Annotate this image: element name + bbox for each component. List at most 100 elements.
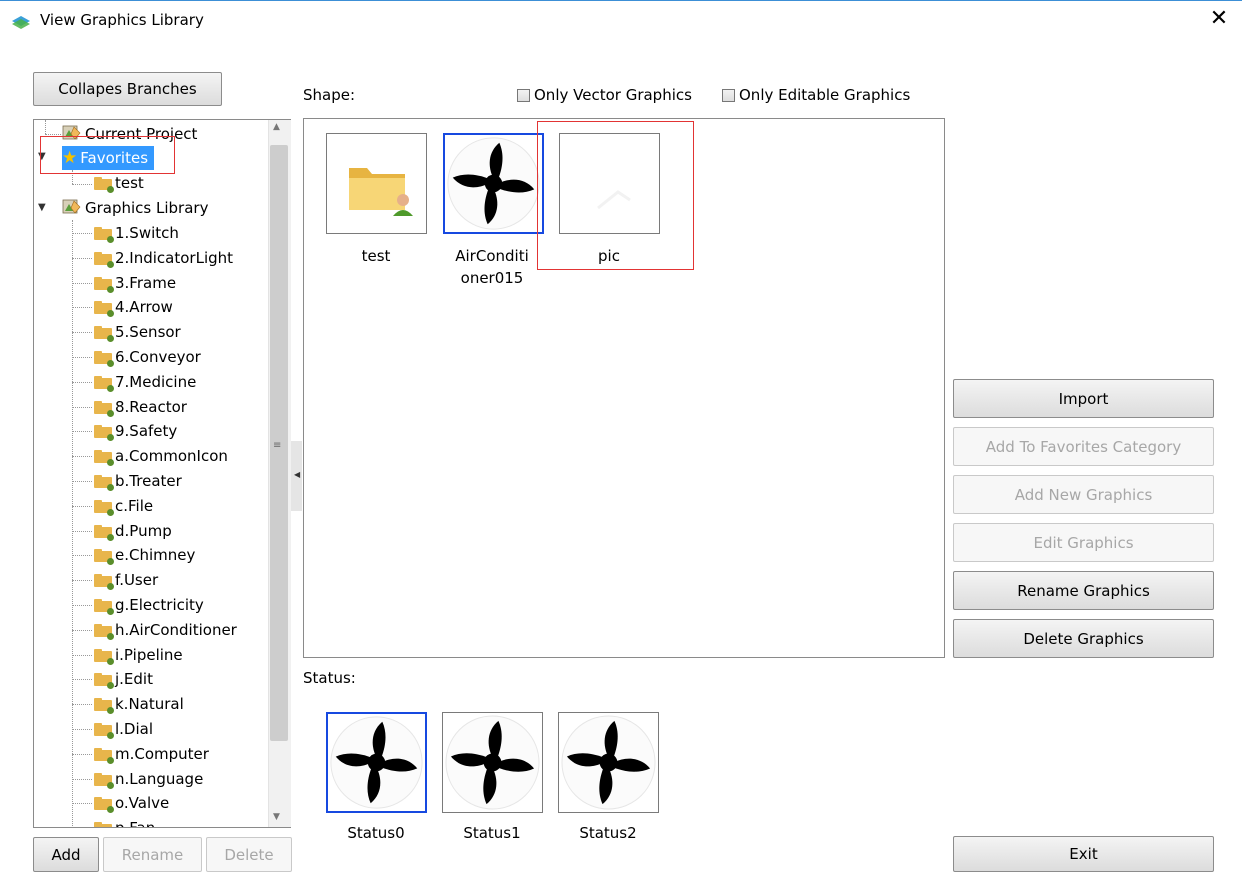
only-editable-checkbox[interactable]: Only Editable Graphics [722, 86, 910, 104]
tree-item-library-folder[interactable]: 3.Frame [94, 271, 176, 295]
tree-item-library-folder[interactable]: j.Edit [94, 667, 153, 691]
graphics-tree[interactable]: Current Project ▼ ★ Favorites test ▼ Grap… [33, 119, 291, 828]
checkbox-icon[interactable] [722, 89, 735, 102]
tree-item-library-folder[interactable]: b.Treater [94, 469, 182, 493]
folder-icon [94, 400, 114, 417]
shape-caption: test [361, 247, 391, 265]
tree-item-library-folder[interactable]: 9.Safety [94, 419, 177, 443]
tree-connector [72, 431, 92, 433]
add-new-graphics-button[interactable]: Add New Graphics [953, 475, 1214, 514]
tree-item-library-folder[interactable]: e.Chimney [94, 543, 195, 567]
tree-item-label: 4.Arrow [115, 298, 173, 317]
tree-item-library-folder[interactable]: c.File [94, 494, 153, 518]
folder-icon [94, 797, 114, 814]
tree-item-test[interactable]: test [94, 171, 144, 195]
tree-item-library-folder[interactable]: k.Natural [94, 692, 184, 716]
checkbox-icon[interactable] [517, 89, 530, 102]
tree-item-label: 6.Conveyor [115, 348, 201, 366]
fan-icon [443, 713, 542, 812]
status-item-2[interactable] [558, 712, 659, 813]
tree-item-label: n.Language [115, 769, 204, 788]
delete-graphics-button[interactable]: Delete Graphics [953, 619, 1214, 658]
exit-button[interactable]: Exit [953, 836, 1214, 872]
fan-icon [445, 135, 542, 232]
tree-connector [72, 803, 92, 805]
tree-item-library-folder[interactable]: l.Dial [94, 717, 153, 741]
import-button[interactable]: Import [953, 379, 1214, 418]
collapse-branches-button[interactable]: Collapes Branches [33, 72, 222, 106]
tree-item-library-folder[interactable]: f.User [94, 568, 158, 592]
tree-item-library-folder[interactable]: m.Computer [94, 742, 209, 766]
tree-item-library-folder[interactable]: 4.Arrow [94, 295, 173, 319]
tree-item-label: o.Valve [115, 794, 170, 813]
folder-icon [94, 276, 114, 293]
tree-item-label: h.AirConditioner [115, 620, 237, 639]
grip-icon: ≡ [273, 440, 282, 451]
tree-item-library-folder[interactable]: d.Pump [94, 519, 172, 543]
edit-graphics-button[interactable]: Edit Graphics [953, 523, 1214, 562]
tree-connector [72, 605, 92, 606]
tree-connector [72, 704, 92, 706]
folder-icon [94, 599, 114, 615]
folder-icon [94, 747, 114, 764]
tree-connector [72, 505, 92, 507]
tree-item-label: l.Dial [115, 720, 154, 738]
tree-connector [72, 257, 92, 259]
tree-item-label: f.User [115, 571, 159, 590]
tree-item-library-folder[interactable]: i.Pipeline [94, 643, 183, 667]
fan-icon [559, 713, 658, 812]
highlight-box-pic [537, 121, 694, 270]
rename-button[interactable]: Rename [103, 837, 202, 872]
delete-button[interactable]: Delete [206, 837, 292, 872]
add-button[interactable]: Add [33, 837, 99, 872]
tree-item-library-folder[interactable]: h.AirConditioner [94, 618, 237, 642]
tree-item-label: 1.Switch [115, 224, 179, 242]
folder-icon [94, 574, 114, 591]
shape-item-test[interactable] [326, 133, 427, 234]
tree-connector [72, 307, 92, 309]
tree-connector [72, 530, 92, 532]
close-icon[interactable]: ✕ [1206, 6, 1232, 32]
shape-label: Shape: [303, 86, 356, 104]
tree-item-library-folder[interactable]: o.Valve [94, 791, 169, 815]
tree-item-graphics-library[interactable]: Graphics Library [62, 196, 208, 220]
tree-item-label: b.Treater [115, 472, 182, 490]
chevron-down-icon[interactable]: ▼ [38, 202, 46, 213]
add-to-favorites-button[interactable]: Add To Favorites Category [953, 427, 1214, 466]
folder-icon [94, 623, 114, 640]
tree-item-label: 9.Safety [115, 422, 178, 441]
scroll-up-icon[interactable]: ▲ [273, 122, 280, 132]
tree-item-library-folder[interactable]: 6.Conveyor [94, 345, 201, 369]
scroll-down-icon[interactable]: ▼ [273, 812, 280, 822]
folder-icon [94, 227, 114, 243]
tree-connector [72, 220, 73, 827]
tree-item-library-folder[interactable]: 7.Medicine [94, 370, 196, 394]
tree-item-label: p.Fan [115, 819, 155, 827]
tree-item-library-folder[interactable]: 8.Reactor [94, 395, 187, 419]
status-item-0[interactable] [326, 712, 427, 813]
folder-icon [94, 251, 114, 268]
tree-connector [72, 778, 92, 780]
rename-graphics-button[interactable]: Rename Graphics [953, 571, 1214, 610]
tree-item-library-folder[interactable]: 5.Sensor [94, 320, 181, 344]
status-item-1[interactable] [442, 712, 543, 813]
tree-item-library-folder[interactable]: a.CommonIcon [94, 444, 228, 468]
tree-item-library-folder[interactable]: g.Electricity [94, 593, 204, 617]
folder-icon [94, 723, 114, 739]
tree-item-label: k.Natural [115, 695, 184, 714]
tree-item-library-folder[interactable]: 1.Switch [94, 221, 179, 245]
app-icon [12, 16, 30, 29]
folder-icon [94, 301, 114, 318]
collapse-left-icon[interactable]: ◀ [294, 470, 300, 479]
tree-item-library-folder[interactable]: n.Language [94, 767, 203, 791]
tree-connector [72, 753, 92, 755]
tree-connector [72, 654, 92, 656]
shape-item-airconditioner015[interactable] [443, 133, 544, 234]
tree-item-library-folder[interactable]: 2.IndicatorLight [94, 246, 233, 270]
tree-connector [72, 357, 92, 358]
tree-connector [72, 456, 92, 458]
tree-item-library-folder[interactable]: p.Fan [94, 816, 155, 827]
folder-icon [94, 822, 112, 827]
tree-item-label: 5.Sensor [115, 323, 181, 342]
only-vector-checkbox[interactable]: Only Vector Graphics [517, 86, 692, 104]
